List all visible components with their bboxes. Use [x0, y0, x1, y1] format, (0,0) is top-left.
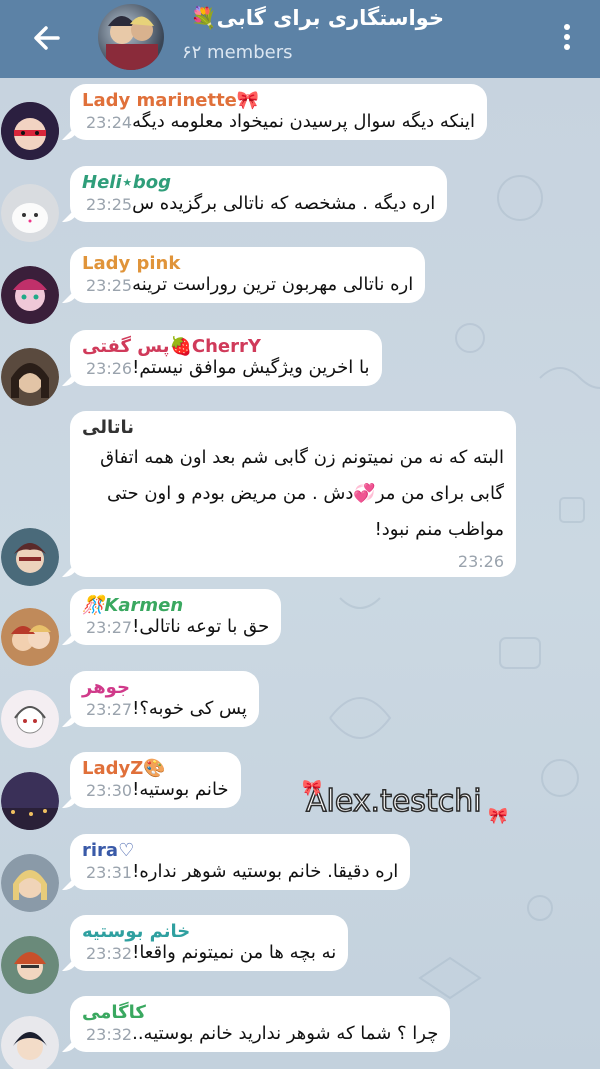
message-time: 23:31 [86, 863, 133, 882]
sender-name[interactable]: ناتالی [82, 417, 504, 438]
natalie-avatar[interactable] [1, 528, 59, 586]
sender-name[interactable]: Lady marinette🎀 [82, 90, 475, 111]
message-bubble[interactable]: rira♡ 23:31 اره دقیقا. خانم بوستیه شوهر ن… [70, 834, 411, 890]
message-bubble[interactable]: Lady pink 23:25 اره ناتالی مهربون ترین رو… [70, 247, 426, 303]
sender-name[interactable]: کاگامی [82, 1002, 438, 1023]
pink-hero-avatar[interactable] [1, 266, 59, 324]
message-text: چرا ؟ شما که شوهر ندارید خانم بوستیه.. [132, 1023, 439, 1044]
message-time: 23:25 [86, 276, 133, 295]
message-bubble[interactable]: Heli⋆bog 23:25 اره دیگه . مشخصه که ناتالی… [70, 166, 448, 222]
more-menu-icon[interactable] [562, 22, 572, 52]
ribbon-icon: 🎀 [488, 806, 508, 825]
message-text: خانم بوستیه! [132, 779, 229, 800]
blonde-girl-avatar[interactable] [1, 854, 59, 912]
message-time: 23:32 [86, 944, 133, 963]
group-title[interactable]: خواستگاری برای گابی💐 [190, 6, 444, 31]
message-bubble[interactable]: ناتالی البته که نه من نمیتونم زن گابی شم… [70, 411, 516, 577]
message-text: اره دقیقا. خانم بوستیه شوهر نداره! [132, 861, 399, 882]
white-cat-avatar[interactable] [1, 184, 59, 242]
message-text: حق با توعه ناتالی! [132, 616, 270, 637]
back-arrow-icon[interactable] [28, 22, 68, 54]
red-mask-avatar[interactable] [1, 102, 59, 160]
group-avatar[interactable] [98, 4, 164, 70]
message-text: البته که نه من نمیتونم زن گابی شم بعد او… [100, 447, 504, 540]
watermark-text: Alex.testchi [305, 783, 482, 820]
message-text: پس کی خوبه؟! [132, 698, 247, 719]
member-count: ۶۲ members [182, 42, 293, 63]
message-time: 23:27 [86, 700, 133, 719]
dark-hair-avatar[interactable] [1, 348, 59, 406]
message-bubble[interactable]: LadyZ🎨 23:30 خانم بوستیه! [70, 752, 241, 808]
sender-name[interactable]: Heli⋆bog [82, 172, 435, 193]
message-bubble[interactable]: خانم بوستیه 23:32 نه بچه ها من نمیتونم وا… [70, 915, 349, 971]
redhead-teacher-avatar[interactable] [1, 936, 59, 994]
message-bubble[interactable]: کاگامی 23:32 چرا ؟ شما که شوهر ندارید خان… [70, 996, 451, 1052]
sender-name[interactable]: rira♡ [82, 840, 398, 861]
sender-name[interactable]: خانم بوستیه [82, 921, 336, 942]
karmen-avatar[interactable] [1, 608, 59, 666]
message-text: اره دیگه . مشخصه که ناتالی برگزیده س [132, 193, 436, 214]
sender-name[interactable]: LadyZ🎨 [82, 758, 229, 779]
message-time: 23:32 [86, 1025, 133, 1044]
sender-name[interactable]: 🎊Karmen [82, 595, 269, 616]
message-bubble[interactable]: 🎊Karmen 23:27 حق با توعه ناتالی! [70, 589, 282, 645]
message-text: اینکه دیگه سوال پرسیدن نمیخواد معلومه دی… [132, 111, 475, 132]
message-text: نه بچه ها من نمیتونم واقعا! [132, 942, 337, 963]
sender-name[interactable]: جوهر [82, 677, 247, 698]
message-time: 23:26 [86, 359, 133, 378]
ribbon-icon: 🎀 [302, 778, 322, 797]
message-time: 23:27 [86, 618, 133, 637]
city-night-avatar[interactable] [1, 772, 59, 830]
message-text: اره ناتالی مهربون ترین روراست ترینه [132, 274, 414, 295]
message-bubble[interactable]: جوهر 23:27 پس کی خوبه؟! [70, 671, 259, 727]
sketch-girl-avatar[interactable] [1, 690, 59, 748]
message-time: 23:30 [86, 781, 133, 800]
message-bubble[interactable]: پس گفتی🍓CherrY 23:26 با اخرین ویژگیش مواف… [70, 330, 382, 386]
message-time: 23:25 [86, 195, 133, 214]
kagami-avatar[interactable] [1, 1016, 59, 1069]
message-time: 23:26 [457, 552, 504, 571]
message-text: با اخرین ویژگیش موافق نیستم! [132, 357, 370, 378]
message-time: 23:24 [86, 113, 133, 132]
sender-name[interactable]: Lady pink [82, 253, 413, 274]
chat-header: خواستگاری برای گابی💐 ۶۲ members [0, 0, 600, 78]
sender-name[interactable]: پس گفتی🍓CherrY [82, 336, 370, 357]
message-bubble[interactable]: Lady marinette🎀 23:24 اینکه دیگه سوال پرس… [70, 84, 487, 140]
